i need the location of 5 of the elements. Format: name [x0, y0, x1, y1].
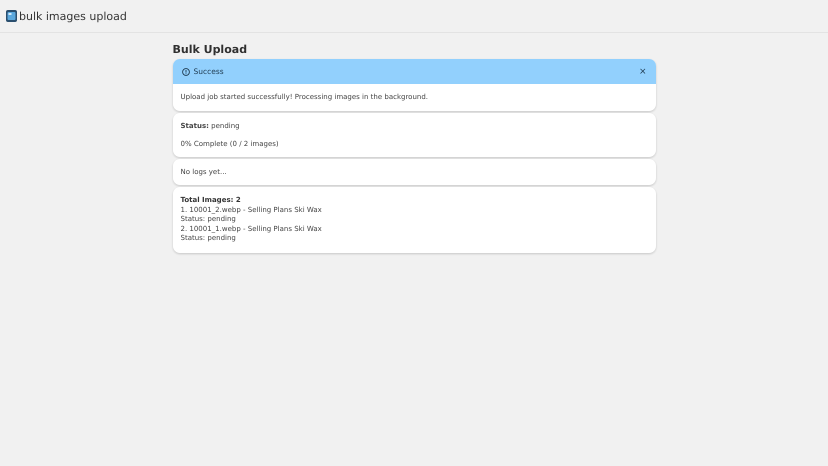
app-logo-icon [6, 10, 17, 22]
close-button[interactable]: × [638, 66, 646, 76]
app-title: bulk images upload [19, 10, 127, 22]
info-icon [182, 68, 190, 76]
page-title: Bulk Upload [172, 43, 248, 56]
